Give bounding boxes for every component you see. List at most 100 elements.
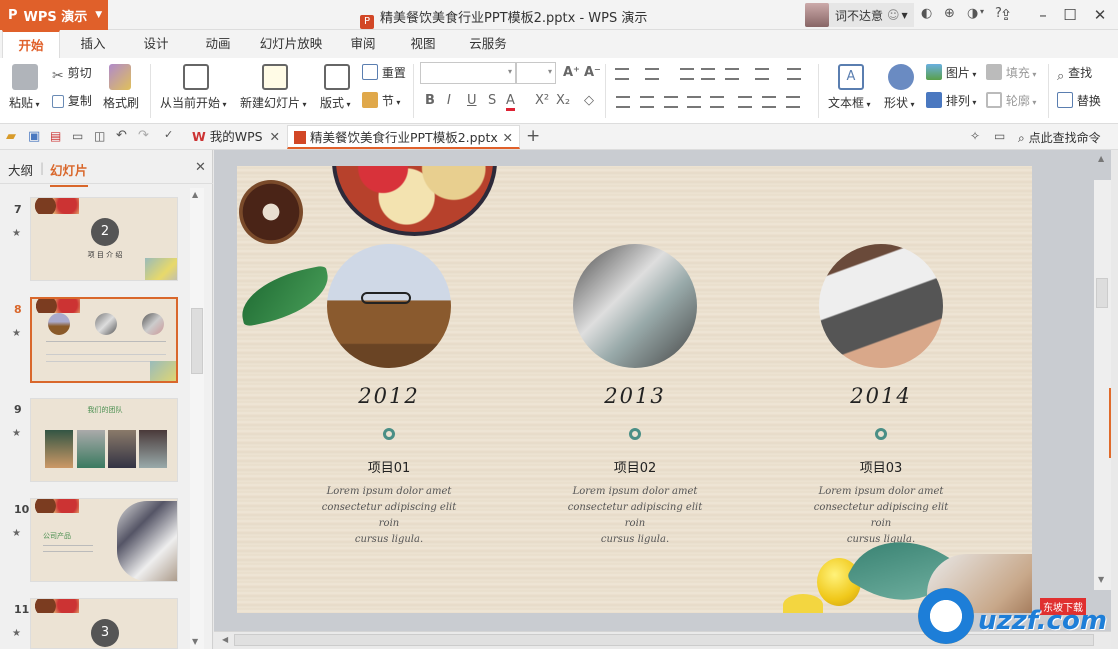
comment-icon[interactable]: ▭	[994, 129, 1005, 143]
copy-button[interactable]: 复制	[52, 92, 92, 109]
play-icon[interactable]	[183, 64, 209, 90]
undo-icon[interactable]: ↶	[116, 128, 127, 143]
app-menu-button[interactable]: P WPS 演示 ▼	[0, 0, 108, 30]
new-slide-icon[interactable]	[262, 64, 288, 90]
textbox-icon[interactable]: A	[838, 64, 864, 90]
font-name-select[interactable]: ▾	[420, 62, 516, 84]
open-folder-icon[interactable]: ▰	[6, 129, 16, 144]
tab-animation[interactable]: 动画	[195, 30, 241, 58]
numbered-list-icon[interactable]	[645, 68, 659, 80]
align-left-icon[interactable]	[616, 96, 630, 108]
settings-icon[interactable]: ⊕	[944, 6, 955, 21]
export-pdf-icon[interactable]: ▤	[50, 129, 61, 143]
scroll-down-icon[interactable]: ▼	[192, 637, 198, 646]
italic-icon[interactable]: I	[447, 93, 451, 108]
scroll-left-icon[interactable]: ◀	[222, 635, 228, 644]
close-tab-icon[interactable]: ✕	[270, 125, 280, 149]
more-paragraph-icon[interactable]	[786, 96, 800, 108]
picture-button[interactable]: 图片 ▾	[926, 64, 976, 81]
line-spacing-icon[interactable]	[738, 96, 752, 108]
paste-icon[interactable]	[12, 64, 38, 90]
slide-thumbnail-10[interactable]: 公司产品	[30, 498, 178, 582]
format-painter-icon[interactable]	[109, 64, 131, 90]
slide-canvas[interactable]: 2012 2013 2014 项目01 项目02 项目03 Lorem ipsu…	[214, 150, 1111, 631]
scroll-up-icon[interactable]: ▲	[1098, 154, 1104, 163]
new-tab-icon[interactable]: +	[526, 126, 540, 146]
underline-icon[interactable]: U	[467, 93, 477, 108]
user-account[interactable]: 词不达意 ☺ ▼	[805, 3, 914, 27]
layout-button[interactable]: 版式 ▾	[320, 94, 351, 111]
replace-button[interactable]: 替换	[1057, 92, 1101, 109]
grow-font-icon[interactable]: A⁺	[563, 65, 580, 80]
decrease-indent-icon[interactable]	[680, 68, 694, 80]
format-painter-button[interactable]: 格式刷	[103, 94, 139, 111]
customize-icon[interactable]: ✓	[164, 128, 173, 141]
columns-icon[interactable]	[755, 68, 769, 80]
shadow-icon[interactable]: S	[488, 93, 496, 108]
close-button[interactable]: ✕	[1083, 0, 1117, 30]
tab-design[interactable]: 设计	[133, 30, 179, 58]
text-effect-icon[interactable]	[787, 68, 801, 80]
subscript-icon[interactable]: X₂	[556, 93, 570, 108]
text-direction-icon[interactable]	[725, 68, 739, 80]
slide-scrollbar[interactable]: ▲ ▼	[1094, 154, 1111, 590]
tab-document[interactable]: 精美餐饮美食行业PPT模板2.pptx ✕	[287, 125, 520, 149]
section-button[interactable]: 节 ▾	[362, 92, 400, 109]
reset-button[interactable]: 重置	[362, 64, 406, 81]
slide-thumbnail-9[interactable]: 我们的团队	[30, 398, 178, 482]
tab-outline[interactable]: 大纲	[8, 160, 33, 179]
maximize-button[interactable]: ☐	[1053, 0, 1087, 30]
align-right-icon[interactable]	[664, 96, 678, 108]
outline-button[interactable]: 轮廓 ▾	[986, 92, 1036, 109]
paste-button[interactable]: 粘贴 ▾	[9, 94, 40, 111]
scroll-up-icon[interactable]: ▲	[192, 190, 198, 199]
thumbnail-scrollbar[interactable]: ▲ ▼	[190, 188, 204, 649]
print-icon[interactable]: ▭	[72, 129, 83, 143]
superscript-icon[interactable]: X²	[535, 93, 549, 108]
pin-icon[interactable]: ✧	[970, 129, 980, 143]
cut-button[interactable]: ✂ 剪切	[52, 64, 92, 84]
skin-change-icon[interactable]: ◑	[967, 6, 978, 21]
distribute-icon[interactable]	[710, 96, 724, 108]
find-button[interactable]: ⌕ 查找	[1057, 64, 1092, 85]
increase-indent-icon[interactable]	[701, 68, 715, 80]
new-slide-button[interactable]: 新建幻灯片 ▾	[240, 94, 307, 111]
paragraph-spacing-icon[interactable]	[762, 96, 776, 108]
slide-thumbnail-11[interactable]: 3	[30, 598, 178, 649]
tab-insert[interactable]: 插入	[70, 30, 116, 58]
tab-slideshow[interactable]: 幻灯片放映	[255, 30, 327, 58]
feedback-icon[interactable]: ◐	[921, 6, 932, 21]
fill-button[interactable]: 填充 ▾	[986, 64, 1036, 81]
save-icon[interactable]: ▣	[28, 129, 40, 144]
textbox-button[interactable]: 文本框 ▾	[828, 94, 871, 111]
font-size-select[interactable]: ▾	[516, 62, 556, 84]
clear-format-icon[interactable]: ◇	[584, 93, 594, 108]
scroll-thumb[interactable]	[1096, 278, 1108, 308]
align-center-icon[interactable]	[640, 96, 654, 108]
slide-thumbnail-7[interactable]: 2 项 目 介 绍	[30, 197, 178, 281]
close-panel-icon[interactable]: ✕	[195, 160, 206, 175]
justify-icon[interactable]	[687, 96, 701, 108]
font-color-icon[interactable]: A	[506, 93, 515, 111]
slide-thumbnail-8[interactable]	[30, 297, 178, 383]
from-current-button[interactable]: 从当前开始 ▾	[160, 94, 227, 111]
shape-icon[interactable]	[888, 64, 914, 90]
current-slide[interactable]: 2012 2013 2014 项目01 项目02 项目03 Lorem ipsu…	[237, 166, 1032, 613]
layout-icon[interactable]	[324, 64, 350, 90]
arrange-button[interactable]: 排列 ▾	[926, 92, 976, 109]
command-search[interactable]: ⌕ 点此查找命令	[1018, 129, 1101, 146]
close-tab-icon[interactable]: ✕	[503, 126, 513, 150]
restore-layout-icon[interactable]: ⇪	[991, 0, 1021, 30]
print-preview-icon[interactable]: ◫	[94, 129, 105, 143]
bullet-list-icon[interactable]	[615, 68, 629, 80]
shrink-font-icon[interactable]: A⁻	[584, 65, 601, 80]
bold-icon[interactable]: B	[425, 93, 435, 108]
redo-icon[interactable]: ↷	[138, 128, 149, 143]
tab-home[interactable]: 开始	[2, 30, 60, 58]
tab-view[interactable]: 视图	[400, 30, 446, 58]
tab-cloud[interactable]: 云服务	[460, 30, 516, 58]
shape-button[interactable]: 形状 ▾	[884, 94, 915, 111]
scroll-thumb[interactable]	[191, 308, 203, 374]
tab-mywps[interactable]: W 我的WPS ✕	[186, 125, 286, 149]
tab-slides[interactable]: 幻灯片	[50, 160, 88, 187]
